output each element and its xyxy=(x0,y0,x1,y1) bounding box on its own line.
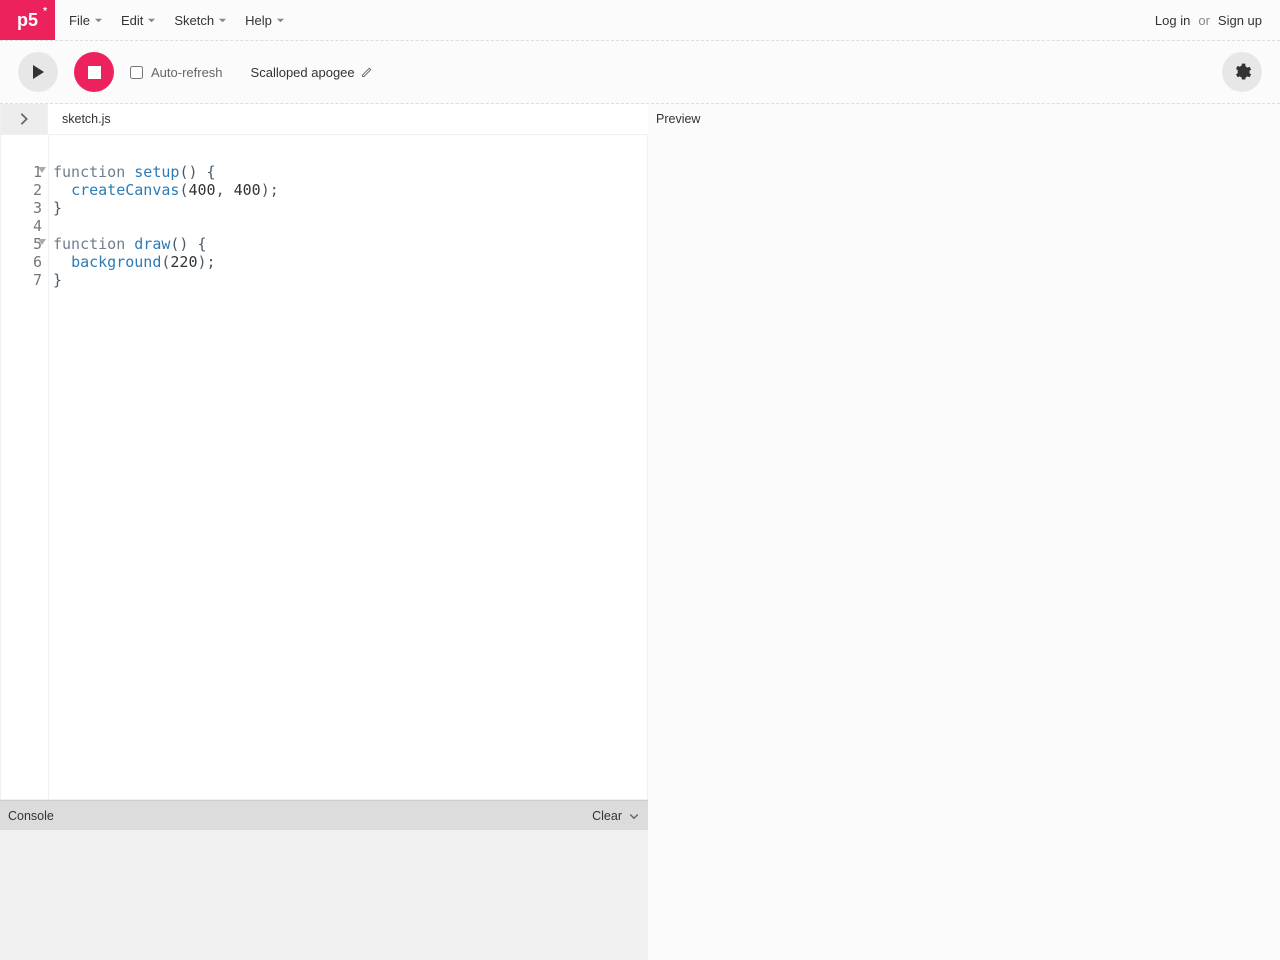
line-number: 4 xyxy=(1,217,42,235)
menu-label: Sketch xyxy=(174,13,214,28)
code-area[interactable]: function setup() { createCanvas(400, 400… xyxy=(49,135,647,799)
chevron-down-icon xyxy=(218,16,227,25)
code-line: } xyxy=(53,271,647,289)
menu-file[interactable]: File xyxy=(69,13,103,28)
pencil-icon xyxy=(361,66,373,78)
editor-tabbar: sketch.js xyxy=(0,104,648,134)
line-number: 3 xyxy=(1,199,42,217)
line-number: 2 xyxy=(1,181,42,199)
line-number: 5 xyxy=(1,235,42,253)
auto-refresh-label: Auto-refresh xyxy=(151,65,223,80)
menu-help[interactable]: Help xyxy=(245,13,285,28)
console-body[interactable] xyxy=(0,830,648,960)
auth-links: Log in or Sign up xyxy=(1155,13,1262,28)
settings-button[interactable] xyxy=(1222,52,1262,92)
code-line: background(220); xyxy=(53,253,647,271)
console-clear-label: Clear xyxy=(592,809,622,823)
code-line xyxy=(53,217,647,235)
console-label: Console xyxy=(8,809,54,823)
fold-icon[interactable] xyxy=(38,167,46,173)
menu-sketch[interactable]: Sketch xyxy=(174,13,227,28)
menu-edit[interactable]: Edit xyxy=(121,13,156,28)
chevron-down-icon xyxy=(276,16,285,25)
console-clear-button[interactable]: Clear xyxy=(592,809,640,823)
menu-label: Edit xyxy=(121,13,143,28)
auth-or: or xyxy=(1198,13,1210,28)
toolbar: Auto-refresh Scalloped apogee xyxy=(0,41,1280,104)
stop-icon xyxy=(88,66,101,79)
signup-link[interactable]: Sign up xyxy=(1218,13,1262,28)
main-area: sketch.js 1234567 function setup() { cre… xyxy=(0,104,1280,960)
code-editor[interactable]: 1234567 function setup() { createCanvas(… xyxy=(0,134,648,800)
code-line: function setup() { xyxy=(53,163,647,181)
file-tab-label: sketch.js xyxy=(62,112,111,126)
gear-icon xyxy=(1232,62,1252,82)
code-line: } xyxy=(53,199,647,217)
editor-pane: sketch.js 1234567 function setup() { cre… xyxy=(0,104,648,960)
logo-star: * xyxy=(43,6,47,17)
chevron-down-icon xyxy=(94,16,103,25)
sketch-name[interactable]: Scalloped apogee xyxy=(251,65,373,80)
code-line: createCanvas(400, 400); xyxy=(53,181,647,199)
line-gutter: 1234567 xyxy=(1,135,49,799)
auto-refresh-checkbox[interactable] xyxy=(130,66,143,79)
line-number: 1 xyxy=(1,163,42,181)
chevron-down-icon xyxy=(628,810,640,822)
top-nav: p5 * File Edit Sketch Help Log in or Sign… xyxy=(0,0,1280,41)
preview-pane: Preview xyxy=(648,104,1280,960)
auto-refresh-toggle[interactable]: Auto-refresh xyxy=(130,65,223,80)
code-line: function draw() { xyxy=(53,235,647,253)
logo-text: p5 xyxy=(17,10,38,31)
menu-label: Help xyxy=(245,13,272,28)
menu-label: File xyxy=(69,13,90,28)
sketch-name-text: Scalloped apogee xyxy=(251,65,355,80)
menubar: File Edit Sketch Help xyxy=(69,13,285,28)
login-link[interactable]: Log in xyxy=(1155,13,1190,28)
chevron-down-icon xyxy=(147,16,156,25)
play-button[interactable] xyxy=(18,52,58,92)
stop-button[interactable] xyxy=(74,52,114,92)
line-number: 6 xyxy=(1,253,42,271)
logo[interactable]: p5 * xyxy=(0,0,55,40)
sidebar-expand-button[interactable] xyxy=(0,104,48,134)
fold-icon[interactable] xyxy=(38,239,46,245)
file-tab[interactable]: sketch.js xyxy=(48,104,125,134)
console-header: Console Clear xyxy=(0,800,648,830)
chevron-right-icon xyxy=(17,112,31,126)
play-icon xyxy=(30,64,46,80)
line-number: 7 xyxy=(1,271,42,289)
preview-label: Preview xyxy=(648,104,1280,134)
